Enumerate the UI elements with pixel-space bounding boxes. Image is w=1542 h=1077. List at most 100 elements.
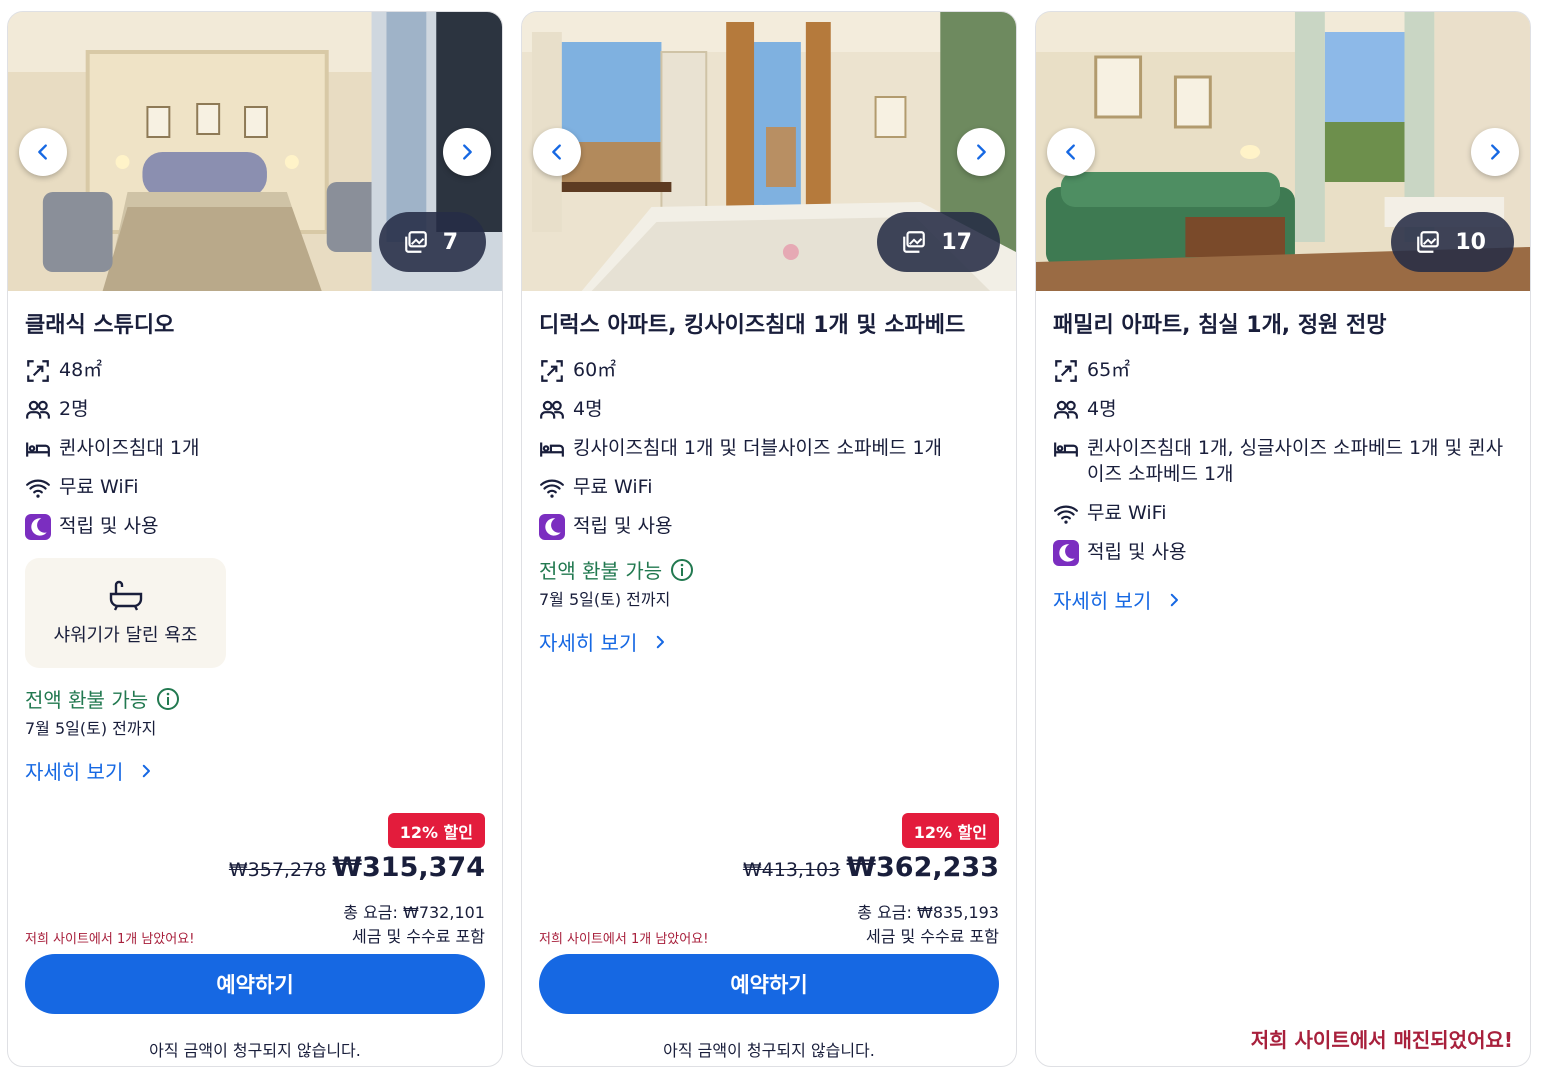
photo-count: 7 [442,229,458,255]
card-body: 디럭스 아파트, 킹사이즈침대 1개 및 소파베드 60㎡ 4명 킹사이즈침대 … [522,291,1016,1066]
details-link-text: 자세히 보기 [1053,589,1152,613]
price-row: ₩357,278 ₩315,374 [229,852,485,883]
people-icon [540,400,564,419]
beds-feature: 퀸사이즈침대 1개, 싱글사이즈 소파베드 1개 및 퀸사이즈 소파베드 1개 [1053,435,1517,487]
area-text: 65㎡ [1087,359,1131,381]
expand-icon [1055,359,1077,382]
details-link[interactable]: 자세히 보기 [539,627,669,656]
chevron-right-icon [657,635,665,648]
wifi-feature: 무료 WiFi [25,474,489,500]
chevron-right-icon [143,764,151,777]
expand-icon [27,359,49,382]
area-feature: 48㎡ [25,357,489,383]
chevron-right-icon [1491,144,1500,160]
bathtub-icon [109,580,142,611]
taxes-note: 세금 및 수수료 포함 [865,927,999,946]
guests-feature: 4명 [539,396,1003,422]
beds-feature: 퀸사이즈침대 1개 [25,435,489,461]
beds-text: 퀸사이즈침대 1개 [59,437,200,459]
next-photo-button[interactable] [443,128,491,176]
wifi-icon [26,479,50,498]
refund-label: 전액 환불 가능 [539,555,694,584]
card-body: 클래식 스튜디오 48㎡ 2명 퀸사이즈침대 1개 무료 WiFi 적립 및 사… [8,291,502,1066]
previous-photo-button[interactable] [533,128,581,176]
current-price: ₩315,374 [332,852,485,883]
people-icon [26,400,50,419]
info-icon[interactable] [156,687,180,711]
gallery-icon [404,231,427,253]
room-photo[interactable]: 17 [522,12,1016,291]
bed-icon [540,442,564,457]
refund-label: 전액 환불 가능 [25,684,180,713]
photo-count: 17 [941,229,972,255]
rewards-badge [25,513,51,540]
previous-photo-button[interactable] [1047,128,1095,176]
original-price: ₩413,103 [742,859,841,881]
refund-date: 7월 5일(토) 전까지 [25,719,157,738]
photo-gallery-button[interactable]: 10 [1391,212,1514,272]
area-text: 60㎡ [573,359,617,381]
wifi-icon [540,479,564,498]
wifi-text: 무료 WiFi [1087,502,1167,524]
wifi-text: 무료 WiFi [573,476,653,498]
photo-gallery-button[interactable]: 17 [877,212,1000,272]
amenity-chip: 샤워기가 달린 욕조 [25,558,226,668]
amenity-text: 샤워기가 달린 욕조 [53,625,198,646]
refund-text: 전액 환불 가능 [25,688,149,712]
details-link[interactable]: 자세히 보기 [25,756,155,785]
rewards-feature: 적립 및 사용 [25,513,489,540]
details-link[interactable]: 자세히 보기 [1053,585,1183,614]
details-link-text: 자세히 보기 [25,760,124,784]
guests-feature: 4명 [1053,396,1517,422]
discount-badge: 12% 할인 [901,813,999,848]
taxes-note: 세금 및 수수료 포함 [351,927,485,946]
chevron-right-icon [1171,593,1179,606]
soldout-message: 저희 사이트에서 매진되었어요! [1250,1028,1513,1052]
room-title: 패밀리 아파트, 침실 1개, 정원 전망 [1053,313,1387,338]
info-icon[interactable] [670,558,694,582]
refund-date: 7월 5일(토) 전까지 [539,590,671,609]
room-title: 클래식 스튜디오 [25,313,175,338]
room-photo[interactable]: 10 [1036,12,1530,291]
rewards-feature: 적립 및 사용 [539,513,1003,540]
next-photo-button[interactable] [957,128,1005,176]
moon-icon [1059,543,1075,562]
guests-text: 4명 [1087,398,1117,420]
gallery-icon [903,231,926,253]
next-photo-button[interactable] [1471,128,1519,176]
total-price: 총 요금: ₩835,193 [857,903,999,922]
original-price: ₩357,278 [228,859,327,881]
room-photo[interactable]: 7 [8,12,502,291]
price-row: ₩413,103 ₩362,233 [743,852,999,883]
moon-icon [545,517,561,536]
chevron-left-icon [1066,144,1075,160]
photo-count: 10 [1455,229,1486,255]
scarcity-message: 저희 사이트에서 1개 남았어요! [25,932,195,947]
gallery-icon [1417,231,1440,253]
wifi-text: 무료 WiFi [59,476,139,498]
guests-text: 2명 [59,398,89,420]
current-price: ₩362,233 [846,852,999,883]
previous-photo-button[interactable] [19,128,67,176]
no-charge-note: 아직 금액이 청구되지 않습니다. [149,1041,361,1060]
beds-text: 킹사이즈침대 1개 및 더블사이즈 소파베드 1개 [573,437,943,459]
people-icon [1054,400,1078,419]
chevron-left-icon [38,144,47,160]
photo-gallery-button[interactable]: 7 [378,212,486,272]
no-charge-note: 아직 금액이 청구되지 않습니다. [663,1041,875,1060]
rewards-text: 적립 및 사용 [573,515,673,537]
scarcity-message: 저희 사이트에서 1개 남았어요! [539,932,709,947]
room-card: 7 클래식 스튜디오 48㎡ 2명 퀸사이즈침대 1개 무료 WiFi 적립 및… [7,11,503,1067]
wifi-feature: 무료 WiFi [1053,500,1517,526]
chevron-right-icon [463,144,472,160]
rewards-text: 적립 및 사용 [59,515,159,537]
beds-feature: 킹사이즈침대 1개 및 더블사이즈 소파베드 1개 [539,435,1003,461]
area-feature: 65㎡ [1053,357,1517,383]
reserve-button[interactable]: 예약하기 [25,954,485,1014]
chevron-right-icon [977,144,986,160]
rewards-badge [539,513,565,540]
bed-icon [26,442,50,457]
bed-icon [1054,442,1078,457]
reserve-button[interactable]: 예약하기 [539,954,999,1014]
rewards-text: 적립 및 사용 [1087,541,1187,563]
